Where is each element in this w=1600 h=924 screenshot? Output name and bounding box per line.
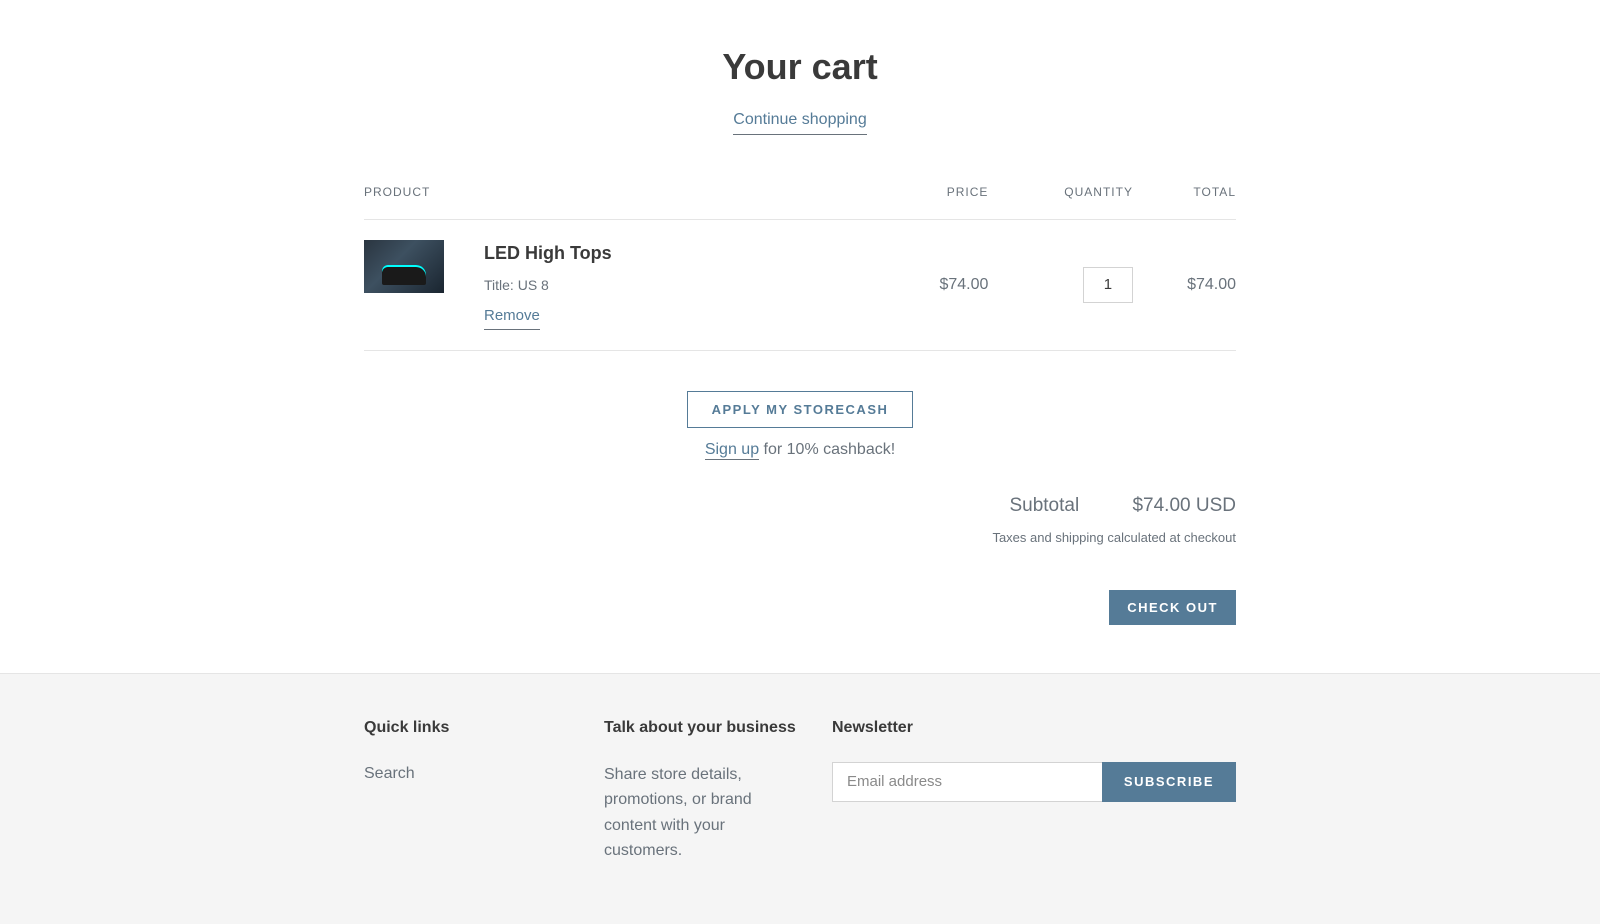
product-image[interactable]: [364, 240, 444, 293]
cart-row: LED High Tops Title: US 8 Remove $74.00 …: [364, 220, 1236, 351]
remove-item-link[interactable]: Remove: [484, 305, 540, 330]
apply-storecash-button[interactable]: APPLY MY STORECASH: [687, 391, 914, 428]
footer-business-heading: Talk about your business: [604, 716, 832, 740]
footer-quick-links-heading: Quick links: [364, 716, 604, 740]
col-header-price: PRICE: [885, 183, 988, 220]
product-name[interactable]: LED High Tops: [484, 240, 612, 267]
subscribe-button[interactable]: SUBSCRIBE: [1102, 762, 1236, 802]
col-header-quantity: QUANTITY: [988, 183, 1133, 220]
footer-business-text: Share store details, promotions, or bran…: [604, 762, 804, 864]
continue-shopping-link[interactable]: Continue shopping: [733, 108, 866, 135]
subtotal-label: Subtotal: [1009, 495, 1079, 516]
quantity-input[interactable]: [1083, 267, 1133, 303]
email-input[interactable]: [832, 762, 1102, 802]
cart-table: PRODUCT PRICE QUANTITY TOTAL LED High To…: [364, 183, 1236, 351]
checkout-button[interactable]: CHECK OUT: [1109, 590, 1236, 625]
footer-newsletter-heading: Newsletter: [832, 716, 1236, 740]
product-variant: Title: US 8: [484, 275, 612, 296]
col-header-total: TOTAL: [1133, 183, 1236, 220]
col-header-product: PRODUCT: [364, 183, 885, 220]
item-price: $74.00: [885, 220, 988, 351]
signup-suffix: for 10% cashback!: [759, 441, 895, 458]
site-footer: Quick links Search Talk about your busin…: [0, 673, 1600, 924]
signup-link[interactable]: Sign up: [705, 441, 759, 460]
subtotal-value: $74.00 USD: [1132, 495, 1236, 516]
page-title: Your cart: [364, 40, 1236, 94]
footer-search-link[interactable]: Search: [364, 765, 415, 782]
item-total: $74.00: [1133, 220, 1236, 351]
taxes-note: Taxes and shipping calculated at checkou…: [364, 528, 1236, 548]
